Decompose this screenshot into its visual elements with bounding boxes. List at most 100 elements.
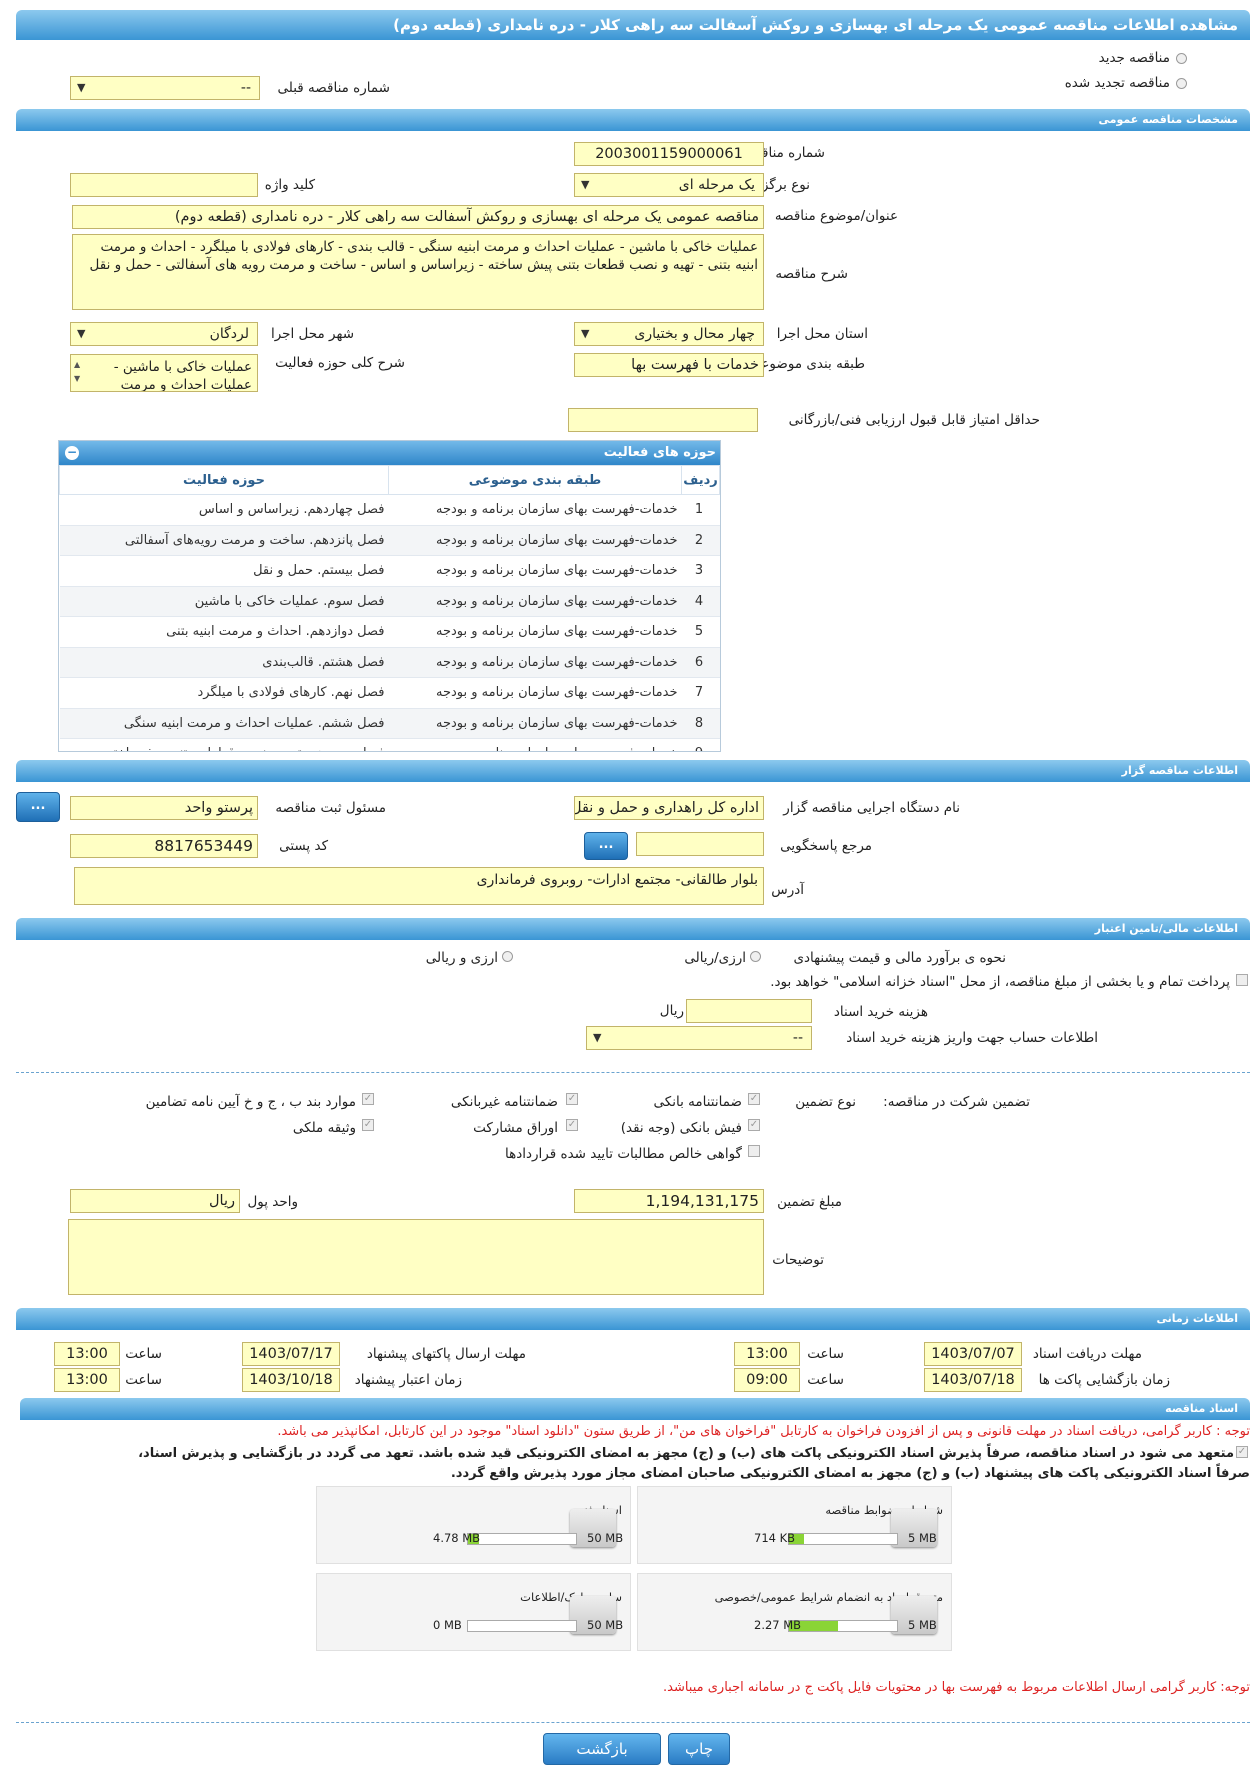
financial-section-header: اطلاعات مالی/تامین اعتبار (16, 918, 1250, 940)
financial-section-title: اطلاعات مالی/تامین اعتبار (1094, 922, 1238, 935)
table-row: 7 خدمات-فهرست بهای سازمان برنامه و بودجه ف… (59, 677, 720, 709)
bank-guarantee-checkbox[interactable]: ✓ (748, 1093, 760, 1105)
account-info-select[interactable]: -- ▼ (586, 1026, 812, 1050)
price-list-note: توجه: کاربر گرامی ارسال اطلاعات مربوط به… (663, 1680, 1250, 1695)
new-tender-radio[interactable] (1176, 53, 1187, 64)
activity-scope-label: شرح کلی حوزه فعالیت (275, 355, 405, 371)
tender-no-field[interactable]: 2003001159000061 (574, 142, 764, 166)
doc-progress (788, 1620, 898, 1632)
cell-category: خدمات-فهرست بهای سازمان برنامه و بودجه (388, 647, 682, 678)
address-field[interactable]: بلوار طالقانی- مجتمع ادارات- روبروی فرما… (74, 867, 764, 905)
activity-table-panel: حوزه های فعالیت − ردیف طبقه بندی موضوعی … (58, 440, 721, 752)
receive-time-field[interactable]: 13:00 (734, 1342, 800, 1366)
guarantee-amount-label: مبلغ تضمین (777, 1194, 842, 1210)
min-score-field[interactable] (568, 408, 758, 432)
col-header-category: طبقه بندی موضوعی (388, 465, 682, 495)
cell-category: خدمات-فهرست بهای سازمان برنامه و بودجه (388, 738, 682, 751)
clauses-checkbox[interactable]: ✓ (362, 1093, 374, 1105)
scroll-arrows-icon[interactable]: ▲ ▼ (74, 358, 80, 386)
new-tender-label: مناقصه جدید (1098, 50, 1170, 66)
treasury-checkbox[interactable] (1236, 974, 1248, 986)
opening-time-field[interactable]: 09:00 (734, 1368, 800, 1392)
officer-lookup-button[interactable]: ... (16, 792, 60, 822)
doc-max-size: 50 MB (587, 1618, 624, 1632)
doc-card-technical[interactable]: اسناد فنی 50 MB 4.78 MB (316, 1486, 631, 1564)
nonbank-guarantee-checkbox[interactable]: ✓ (566, 1093, 578, 1105)
validity-date-field[interactable]: 1403/10/18 (242, 1368, 340, 1392)
org-name-field[interactable]: اداره کل راهداری و حمل و نقل (574, 796, 764, 820)
activity-scope-field[interactable]: عملیات خاکی با ماشین - عملیات احداث و مر… (70, 354, 258, 392)
bonds-checkbox[interactable]: ✓ (566, 1119, 578, 1131)
doc-card-other[interactable]: سایر مدارک/اطلاعات 50 MB 0 MB (316, 1573, 631, 1651)
cell-row: 4 (681, 586, 720, 617)
claims-checkbox[interactable] (748, 1145, 760, 1157)
table-row: 1 خدمات-فهرست بهای سازمان برنامه و بودجه ف… (59, 494, 720, 526)
cell-category: خدمات-فهرست بهای سازمان برنامه و بودجه (388, 555, 682, 587)
subject-field[interactable]: مناقصه عمومی یک مرحله ای بهسازی و روکش آ… (72, 205, 764, 229)
notes-field[interactable] (68, 1219, 764, 1295)
opening-time-label: ساعت (807, 1372, 844, 1388)
cell-category: خدمات-فهرست بهای سازمان برنامه و بودجه (388, 586, 682, 617)
cell-activity: فصل چهاردهم. زیراساس و اساس (59, 494, 389, 526)
address-label: آدرس (771, 882, 804, 898)
org-name-label: نام دستگاه اجرایی مناقصه گزار (783, 800, 960, 816)
back-button[interactable]: بازگشت (543, 1733, 661, 1765)
send-date-field[interactable]: 1403/07/17 (242, 1342, 340, 1366)
chevron-down-icon: ▼ (77, 81, 86, 94)
notes-label: توضیحات (772, 1252, 824, 1268)
activity-table-header: حوزه های فعالیت − (59, 441, 720, 465)
type-value: یک مرحله ای (678, 177, 755, 193)
receive-date-field[interactable]: 1403/07/07 (924, 1342, 1022, 1366)
guarantee-amount-field[interactable]: 1,194,131,175 (574, 1189, 764, 1213)
currency-field[interactable]: ریال (70, 1189, 240, 1213)
timing-section-header: اطلاعات زمانی (16, 1308, 1250, 1330)
postal-code-field[interactable]: 8817653449 (70, 834, 258, 858)
type-select[interactable]: یک مرحله ای ▼ (574, 173, 764, 197)
province-select[interactable]: چهار محال و بختیاری ▼ (574, 322, 764, 346)
commitment-checkbox[interactable]: ✓ (1236, 1446, 1248, 1458)
city-select[interactable]: لردگان ▼ (70, 322, 258, 346)
validity-time-field[interactable]: 13:00 (54, 1368, 120, 1392)
cell-row: 1 (681, 494, 720, 526)
chevron-down-icon: ▼ (77, 327, 86, 340)
previous-tender-no-select[interactable]: -- ▼ (70, 76, 260, 100)
ref-lookup-button[interactable]: ... (584, 832, 628, 860)
cell-row: 3 (681, 555, 720, 587)
city-value: لردگان (209, 326, 249, 342)
doc-card-terms[interactable]: شرایط و ضوابط مناقصه 5 MB 714 KB (637, 1486, 952, 1564)
province-value: چهار محال و بختیاری (634, 326, 755, 342)
collapse-icon[interactable]: − (65, 446, 79, 460)
page-title-bar: مشاهده اطلاعات مناقصه عمومی یک مرحله ای … (16, 10, 1250, 40)
doc-cost-field[interactable] (686, 999, 812, 1023)
doc-progress (788, 1533, 898, 1545)
opening-label: زمان بازگشایی پاکت ها (1038, 1372, 1170, 1388)
officer-field[interactable]: پرستو واحد (70, 796, 258, 820)
property-checkbox[interactable]: ✓ (362, 1119, 374, 1131)
subject-label: عنوان/موضوع مناقصه (774, 208, 898, 224)
description-label: شرح مناقصه (775, 266, 848, 282)
cell-category: خدمات-فهرست بهای سازمان برنامه و بودجه (388, 616, 682, 648)
activity-table: ردیف طبقه بندی موضوعی حوزه فعالیت 1 خدمات… (59, 465, 720, 751)
keyword-field[interactable] (70, 173, 258, 197)
ref-field[interactable] (636, 832, 764, 856)
cash-checkbox[interactable]: ✓ (748, 1119, 760, 1131)
description-field[interactable]: عملیات خاکی با ماشین - عملیات احداث و مر… (72, 234, 764, 310)
doc-size: 0 MB (433, 1618, 462, 1632)
renewed-tender-radio[interactable] (1176, 78, 1187, 89)
category-field[interactable]: خدمات با فهرست بها (574, 353, 764, 377)
opening-date-field[interactable]: 1403/07/18 (924, 1368, 1022, 1392)
fx-radio[interactable] (502, 951, 513, 962)
cell-category: خدمات-فهرست بهای سازمان برنامه و بودجه (388, 677, 682, 709)
commitment-text-1: متعهد می شود در اسناد مناقصه، صرفاً پذیر… (138, 1446, 1234, 1461)
doc-max-size: 5 MB (908, 1618, 937, 1632)
timing-section-title: اطلاعات زمانی (1156, 1312, 1238, 1325)
print-button[interactable]: چاپ (668, 1733, 730, 1765)
previous-tender-no-label: شماره مناقصه قبلی (277, 80, 390, 96)
property-label: وثیقه ملکی (292, 1120, 356, 1136)
send-time-field[interactable]: 13:00 (54, 1342, 120, 1366)
cell-activity: فصل ششم. عملیات احداث و مرمت ابنیه سنگی (59, 708, 389, 739)
doc-cost-unit: ریال (659, 1003, 684, 1019)
cell-activity: فصل دوازدهم. احداث و مرمت ابنیه بتنی (59, 616, 389, 648)
doc-card-contract[interactable]: متن قرارداد به انضمام شرایط عمومی/خصوصی … (637, 1573, 952, 1651)
rial-radio[interactable] (750, 951, 761, 962)
